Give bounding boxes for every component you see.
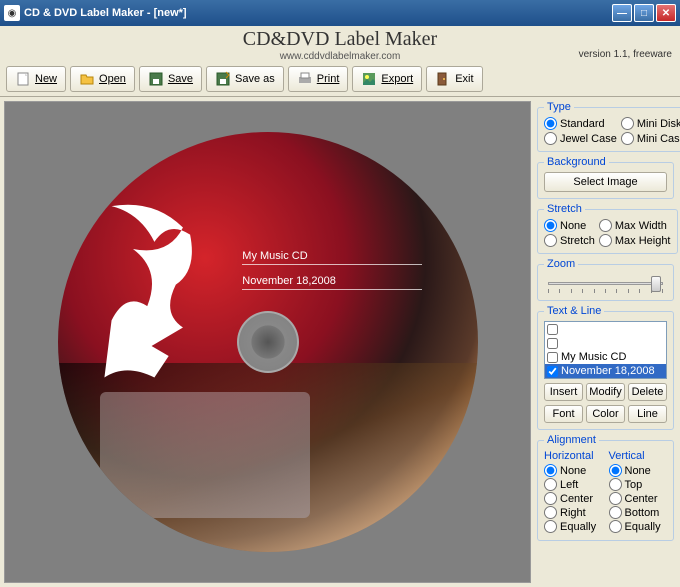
- insert-button[interactable]: Insert: [544, 383, 583, 401]
- type-jewel[interactable]: Jewel Case: [544, 132, 617, 145]
- saveas-icon: [215, 71, 231, 87]
- export-icon: [361, 71, 377, 87]
- select-image-button[interactable]: Select Image: [544, 172, 667, 192]
- side-panel: Type Standard Mini Disk Jewel Case Mini …: [535, 97, 680, 587]
- stretch-legend: Stretch: [544, 203, 585, 215]
- exit-button[interactable]: Exit: [426, 66, 482, 92]
- list-item[interactable]: [545, 336, 666, 350]
- h-center[interactable]: Center: [544, 492, 603, 505]
- new-icon: [15, 71, 31, 87]
- line-button[interactable]: Line: [628, 405, 667, 423]
- print-button[interactable]: Print: [288, 66, 349, 92]
- h-equally[interactable]: Equally: [544, 520, 603, 533]
- exit-icon: [435, 71, 451, 87]
- zoom-group: Zoom: [537, 258, 674, 301]
- color-button[interactable]: Color: [586, 405, 625, 423]
- v-center[interactable]: Center: [609, 492, 668, 505]
- modify-button[interactable]: Modify: [586, 383, 625, 401]
- disc-text-overlay: My Music CD November 18,2008: [242, 250, 422, 300]
- list-item[interactable]: [545, 322, 666, 336]
- list-item[interactable]: My Music CD: [545, 350, 666, 364]
- textline-legend: Text & Line: [544, 305, 604, 317]
- close-button[interactable]: ✕: [656, 4, 676, 22]
- type-minidisk[interactable]: Mini Disk: [621, 117, 680, 130]
- v-none[interactable]: None: [609, 464, 668, 477]
- disc-preview[interactable]: My Music CD November 18,2008: [58, 132, 478, 552]
- type-minicase[interactable]: Mini Case: [621, 132, 680, 145]
- background-group: Background Select Image: [537, 156, 674, 199]
- font-button[interactable]: Font: [544, 405, 583, 423]
- v-top[interactable]: Top: [609, 478, 668, 491]
- v-bottom[interactable]: Bottom: [609, 506, 668, 519]
- toolbar: New Open Save Save as Print Export Exit: [0, 62, 680, 97]
- v-equally[interactable]: Equally: [609, 520, 668, 533]
- horizontal-header: Horizontal: [544, 450, 603, 462]
- titlebar: ◉ CD & DVD Label Maker - [new*] — □ ✕: [0, 0, 680, 26]
- app-title: CD&DVD Label Maker: [0, 28, 680, 51]
- type-legend: Type: [544, 101, 574, 113]
- stretch-maxh[interactable]: Max Height: [599, 234, 671, 247]
- app-header: CD&DVD Label Maker www.cddvdlabelmaker.c…: [0, 26, 680, 62]
- vertical-header: Vertical: [609, 450, 668, 462]
- h-right[interactable]: Right: [544, 506, 603, 519]
- save-icon: [148, 71, 164, 87]
- disc-text-1[interactable]: My Music CD: [242, 250, 422, 265]
- saveas-button[interactable]: Save as: [206, 66, 284, 92]
- maximize-button[interactable]: □: [634, 4, 654, 22]
- disc-text-2[interactable]: November 18,2008: [242, 275, 422, 290]
- minimize-button[interactable]: —: [612, 4, 632, 22]
- stretch-stretch[interactable]: Stretch: [544, 234, 595, 247]
- window-title: CD & DVD Label Maker - [new*]: [24, 7, 612, 19]
- list-item[interactable]: November 18,2008: [545, 364, 666, 378]
- text-listbox[interactable]: My Music CD November 18,2008: [544, 321, 667, 379]
- stretch-none[interactable]: None: [544, 219, 595, 232]
- stretch-group: Stretch None Max Width Stretch Max Heigh…: [537, 203, 678, 254]
- new-button[interactable]: New: [6, 66, 66, 92]
- textline-group: Text & Line My Music CD November 18,2008…: [537, 305, 674, 430]
- zoom-legend: Zoom: [544, 258, 578, 270]
- h-left[interactable]: Left: [544, 478, 603, 491]
- delete-button[interactable]: Delete: [628, 383, 667, 401]
- open-icon: [79, 71, 95, 87]
- type-group: Type Standard Mini Disk Jewel Case Mini …: [537, 101, 680, 152]
- export-button[interactable]: Export: [352, 66, 422, 92]
- alignment-legend: Alignment: [544, 434, 599, 446]
- disc-hub: [237, 311, 299, 373]
- print-icon: [297, 71, 313, 87]
- type-standard[interactable]: Standard: [544, 117, 617, 130]
- app-icon: ◉: [4, 5, 20, 21]
- app-version: version 1.1, freeware: [579, 49, 672, 60]
- zoom-slider[interactable]: [544, 274, 667, 294]
- h-none[interactable]: None: [544, 464, 603, 477]
- open-button[interactable]: Open: [70, 66, 135, 92]
- disc-artwork: [83, 191, 226, 393]
- canvas-area[interactable]: My Music CD November 18,2008: [4, 101, 531, 583]
- save-button[interactable]: Save: [139, 66, 202, 92]
- alignment-group: Alignment Horizontal None Left Center Ri…: [537, 434, 674, 541]
- stretch-maxw[interactable]: Max Width: [599, 219, 671, 232]
- background-legend: Background: [544, 156, 609, 168]
